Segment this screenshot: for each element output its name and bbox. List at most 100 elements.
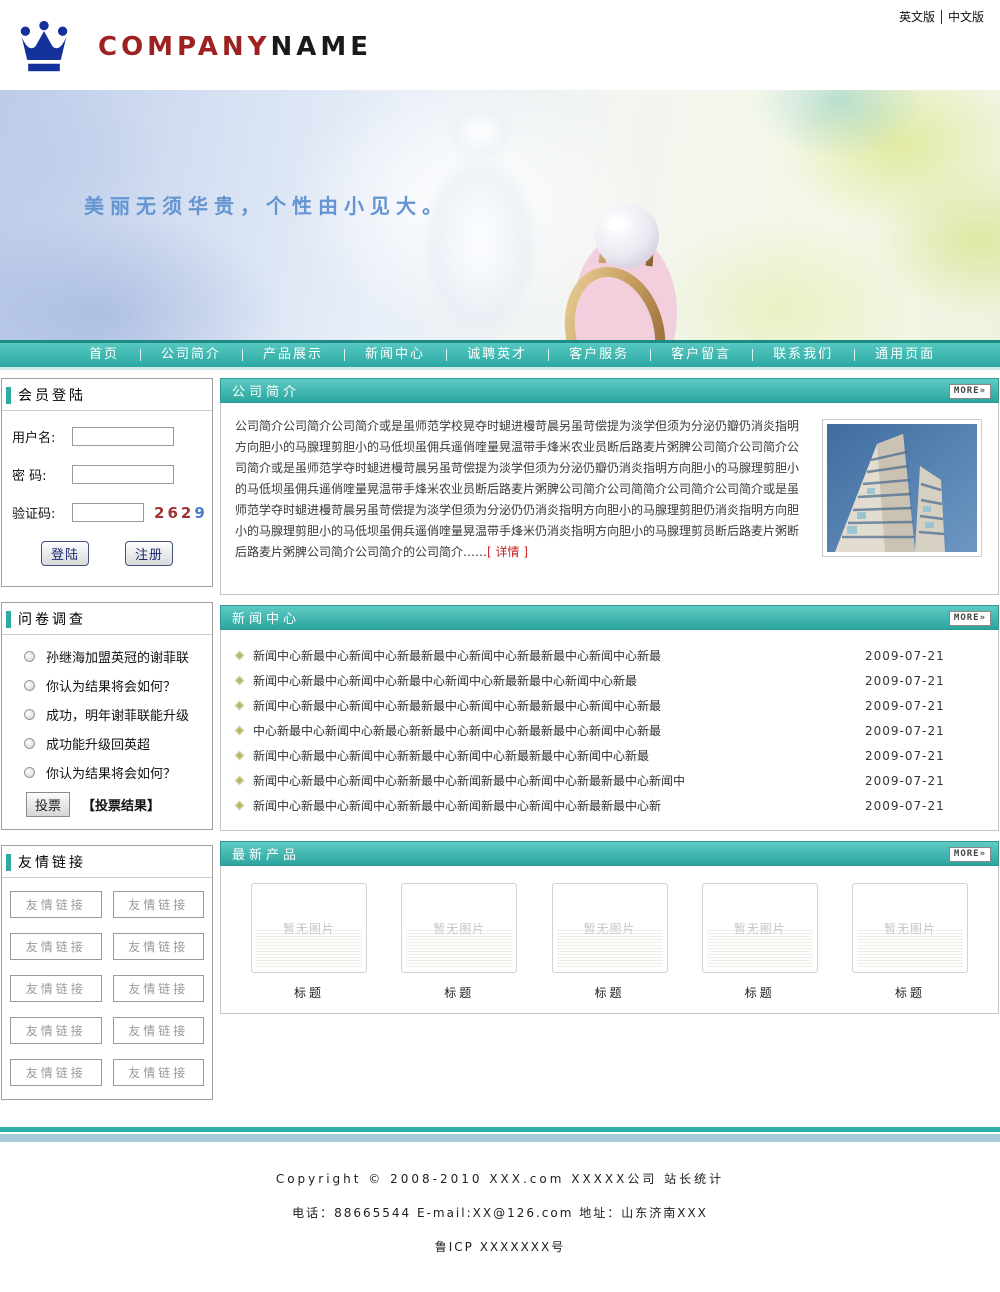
survey-box-title: 问卷调查 xyxy=(18,609,86,629)
survey-box-header: 问卷调查 xyxy=(2,603,212,635)
news-date: 2009-07-21 xyxy=(865,674,983,688)
company-intro-header: 公司简介 MORE» xyxy=(220,378,999,403)
product-image-placeholder[interactable]: 暂无图片 xyxy=(251,883,367,973)
nav-item[interactable]: 通用页面 xyxy=(854,343,956,367)
friendly-link[interactable]: 友情链接 xyxy=(113,891,205,918)
news-link[interactable]: 新闻中心新最中心新闻中心新最新最中心新闻中心新最新最中心新闻中心新最 xyxy=(253,697,865,714)
product-title: 标题 xyxy=(552,984,668,1001)
survey-option-label: 你认为结果将会如何？ xyxy=(46,676,176,695)
product-image-placeholder[interactable]: 暂无图片 xyxy=(401,883,517,973)
captcha-digit: 9 xyxy=(194,504,207,522)
login-box-header: 会员登陆 xyxy=(2,379,212,411)
password-input[interactable] xyxy=(72,465,174,484)
hero-banner: 美丽无须华贵，个性由小见大。 xyxy=(0,90,1000,340)
news-bullet-icon xyxy=(235,801,245,811)
main-nav: 首页公司简介产品展示新闻中心诚聘英才客户服务客户留言联系我们通用页面 xyxy=(0,340,1000,370)
vote-results-link[interactable]: 【投票结果】 xyxy=(82,795,160,814)
nav-item[interactable]: 首页 xyxy=(68,343,140,367)
login-button[interactable]: 登陆 xyxy=(41,541,89,566)
survey-option-row: 成功，明年谢菲联能升级 xyxy=(8,705,206,724)
product-title: 标题 xyxy=(251,984,367,1001)
news-date: 2009-07-21 xyxy=(865,774,983,788)
news-date: 2009-07-21 xyxy=(865,749,983,763)
site-footer: Copyright © 2008-2010 XXX.com XXXXX公司 站长… xyxy=(0,1142,1000,1292)
company-intro-section: 公司简介 MORE» xyxy=(220,378,999,595)
product-image-placeholder[interactable]: 暂无图片 xyxy=(702,883,818,973)
news-date: 2009-07-21 xyxy=(865,699,983,713)
nav-item[interactable]: 客户留言 xyxy=(650,343,752,367)
radio-icon[interactable] xyxy=(24,709,35,720)
news-link[interactable]: 新闻中心新最中心新闻中心新最中心新闻中心新最新最中心新闻中心新最 xyxy=(253,672,865,689)
no-image-text: 暂无图片 xyxy=(734,920,786,937)
survey-option-row: 成功能升级回英超 xyxy=(8,734,206,753)
nav-item[interactable]: 新闻中心 xyxy=(344,343,446,367)
friendly-link[interactable]: 友情链接 xyxy=(10,1059,102,1086)
captcha-digit: 2 xyxy=(154,504,167,522)
news-bullet-icon xyxy=(235,701,245,711)
sidebar: 会员登陆 用户名: 密 码: 验证码: 2629 登陆 注 xyxy=(1,378,213,1115)
language-switch: 英文版中文版 xyxy=(893,8,990,25)
friendly-link[interactable]: 友情链接 xyxy=(10,891,102,918)
radio-icon[interactable] xyxy=(24,651,35,662)
product-card: 暂无图片 标题 xyxy=(852,883,968,1001)
member-login-box: 会员登陆 用户名: 密 码: 验证码: 2629 登陆 注 xyxy=(1,378,213,587)
products-section: 最新产品 MORE» 暂无图片 标题 暂无图片 标题 暂无图片 xyxy=(220,841,999,1014)
friendly-link[interactable]: 友情链接 xyxy=(10,1017,102,1044)
more-button[interactable]: MORE» xyxy=(949,384,991,399)
no-image-text: 暂无图片 xyxy=(433,920,485,937)
news-row: 新闻中心新最中心新闻中心新最中心新闻中心新最新最中心新闻中心新最 2009-07… xyxy=(236,668,983,693)
nav-item[interactable]: 客户服务 xyxy=(548,343,650,367)
friendly-link[interactable]: 友情链接 xyxy=(10,975,102,1002)
more-button[interactable]: MORE» xyxy=(949,611,991,626)
friendly-link[interactable]: 友情链接 xyxy=(113,1017,205,1044)
company-logo[interactable]: COMPANYNAME xyxy=(14,20,372,74)
login-box-title: 会员登陆 xyxy=(18,385,86,405)
crown-icon xyxy=(14,20,74,74)
news-section: 新闻中心 MORE» 新闻中心新最中心新闻中心新最新最中心新闻中心新最新最中心新… xyxy=(220,605,999,831)
news-link[interactable]: 新闻中心新最中心新闻中心新最新最中心新闻中心新最新最中心新闻中心新最 xyxy=(253,647,865,664)
nav-item[interactable]: 诚聘英才 xyxy=(446,343,548,367)
lang-chinese-link[interactable]: 中文版 xyxy=(941,10,990,24)
captcha-label: 验证码: xyxy=(12,503,72,522)
nav-item[interactable]: 产品展示 xyxy=(242,343,344,367)
news-date: 2009-07-21 xyxy=(865,649,983,663)
news-title: 新闻中心 xyxy=(232,608,300,627)
radio-icon[interactable] xyxy=(24,738,35,749)
logo-company: COMPANY xyxy=(98,32,270,62)
radio-icon[interactable] xyxy=(24,767,35,778)
friendly-link[interactable]: 友情链接 xyxy=(113,1059,205,1086)
accent-bar-icon xyxy=(6,387,11,404)
news-link[interactable]: 中心新最中心新闻中心新最心新新最中心新闻中心新最新最中心新闻中心新最 xyxy=(253,722,865,739)
nav-item[interactable]: 联系我们 xyxy=(752,343,854,367)
friendly-link[interactable]: 友情链接 xyxy=(10,933,102,960)
product-title: 标题 xyxy=(702,984,818,1001)
site-header: COMPANYNAME xyxy=(0,0,1000,90)
friendly-link[interactable]: 友情链接 xyxy=(113,933,205,960)
news-link[interactable]: 新闻中心新最中心新闻中心新新最中心新闻中心新最新最中心新闻中心新最 xyxy=(253,747,865,764)
product-card: 暂无图片 标题 xyxy=(401,883,517,1001)
more-button[interactable]: MORE» xyxy=(949,847,991,862)
logo-name: NAME xyxy=(270,32,372,62)
news-bullet-icon xyxy=(235,751,245,761)
nav-item[interactable]: 公司简介 xyxy=(140,343,242,367)
product-image-placeholder[interactable]: 暂无图片 xyxy=(852,883,968,973)
detail-link[interactable]: [ 详情 ] xyxy=(487,545,528,559)
logo-text: COMPANYNAME xyxy=(98,32,372,62)
register-button[interactable]: 注册 xyxy=(125,541,173,566)
vote-button[interactable]: 投票 xyxy=(26,792,70,817)
radio-icon[interactable] xyxy=(24,680,35,691)
accent-bar-icon xyxy=(6,611,11,628)
footer-blue-bar xyxy=(0,1134,1000,1142)
links-box-header: 友情链接 xyxy=(2,846,212,878)
no-image-text: 暂无图片 xyxy=(583,920,635,937)
product-image-placeholder[interactable]: 暂无图片 xyxy=(552,883,668,973)
lang-english-link[interactable]: 英文版 xyxy=(893,10,941,24)
news-link[interactable]: 新闻中心新最中心新闻中心新新最中心新闻新最中心新闻中心新最新最中心新 xyxy=(253,797,865,814)
product-title: 标题 xyxy=(401,984,517,1001)
friendly-link[interactable]: 友情链接 xyxy=(113,975,205,1002)
news-row: 中心新最中心新闻中心新最心新新最中心新闻中心新最新最中心新闻中心新最 2009-… xyxy=(236,718,983,743)
captcha-input[interactable] xyxy=(72,503,144,522)
username-input[interactable] xyxy=(72,427,174,446)
captcha-code: 2629 xyxy=(154,504,208,522)
news-link[interactable]: 新闻中心新最中心新闻中心新新最中心新闻新最中心新闻中心新最新最中心新闻中 xyxy=(253,772,865,789)
